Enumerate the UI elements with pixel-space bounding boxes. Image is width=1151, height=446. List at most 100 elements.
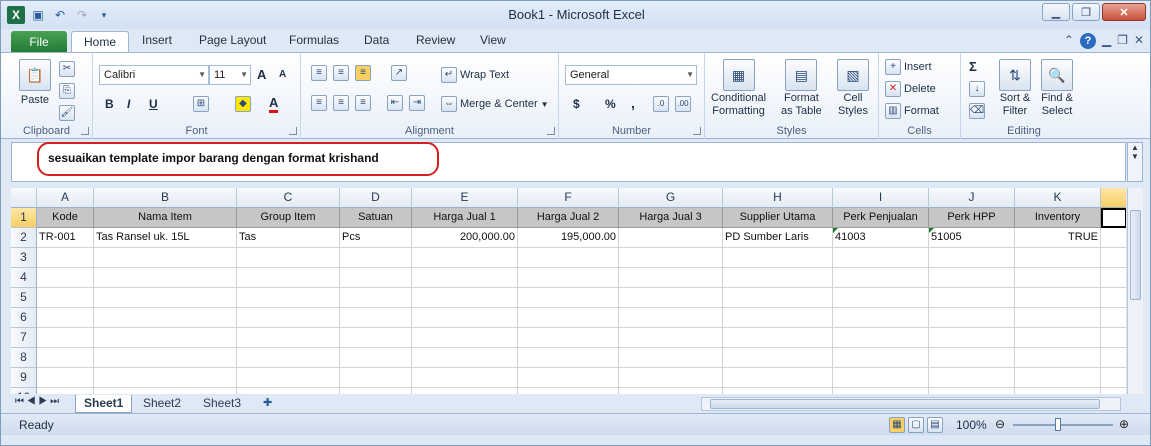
empty-cell[interactable] [412, 388, 518, 394]
doc-minimize-icon[interactable]: ▁ [1102, 33, 1111, 49]
data-cell[interactable]: 41003 [833, 228, 929, 248]
empty-cell[interactable] [94, 328, 237, 348]
horizontal-scroll-thumb[interactable] [710, 399, 1100, 409]
data-cell[interactable]: 51005 [929, 228, 1015, 248]
insert-cells-button[interactable]: + Insert [885, 59, 932, 75]
empty-cell[interactable] [929, 388, 1015, 394]
empty-cell[interactable] [619, 268, 723, 288]
clear-icon[interactable]: ⌫ [969, 103, 985, 119]
sheet-tab-3[interactable]: Sheet3 [195, 395, 249, 413]
tab-data[interactable]: Data [364, 33, 389, 47]
autosum-button[interactable]: Σ [969, 59, 977, 74]
empty-cell[interactable] [723, 308, 833, 328]
empty-cell[interactable] [237, 328, 340, 348]
bold-button[interactable]: B [105, 97, 114, 111]
column-header[interactable]: C [237, 188, 340, 208]
zoom-slider[interactable] [1013, 424, 1113, 426]
formula-bar-expand[interactable]: ▲ ▼ [1127, 142, 1143, 182]
format-cells-button[interactable]: ▥ Format [885, 103, 939, 119]
data-cell[interactable]: TRUE [1015, 228, 1101, 248]
empty-cell[interactable] [929, 308, 1015, 328]
empty-cell[interactable] [1101, 248, 1126, 268]
sheet-nav-icon[interactable]: ⏮ ◀ ▶ ⏭ [15, 396, 59, 407]
header-cell[interactable]: Perk HPP [929, 208, 1015, 228]
data-cell[interactable]: 195,000.00 [518, 228, 619, 248]
decrease-decimal-icon[interactable]: .00 [675, 96, 691, 112]
empty-cell[interactable] [1101, 348, 1126, 368]
increase-decimal-icon[interactable]: .0 [653, 96, 669, 112]
header-cell[interactable]: Inventory [1015, 208, 1101, 228]
select-all-corner[interactable] [11, 188, 37, 208]
insert-sheet-icon[interactable]: ✚ [263, 396, 272, 409]
empty-cell[interactable] [340, 288, 412, 308]
empty-cell[interactable] [412, 348, 518, 368]
font-launcher[interactable] [289, 127, 297, 135]
empty-cell[interactable] [37, 368, 94, 388]
empty-cell[interactable] [619, 308, 723, 328]
tab-page-layout[interactable]: Page Layout [199, 33, 266, 47]
help-icon[interactable]: ? [1079, 33, 1096, 49]
empty-cell[interactable] [723, 388, 833, 394]
fill-icon[interactable]: ↓ [969, 81, 985, 97]
empty-cell[interactable] [619, 328, 723, 348]
column-header[interactable]: G [619, 188, 723, 208]
copy-icon[interactable]: ⎘ [59, 83, 75, 99]
format-as-table-button[interactable]: ▤ Format as Table [781, 59, 822, 117]
empty-cell[interactable] [340, 248, 412, 268]
align-bottom-icon[interactable]: ≡ [355, 65, 371, 81]
orientation-icon[interactable]: ↗ [391, 65, 407, 81]
empty-cell[interactable] [412, 368, 518, 388]
align-top-icon[interactable]: ≡ [311, 65, 327, 81]
font-color-button[interactable]: A [269, 95, 279, 113]
clipboard-launcher[interactable] [81, 127, 89, 135]
number-launcher[interactable] [693, 127, 701, 135]
empty-cell[interactable] [518, 288, 619, 308]
doc-close-icon[interactable]: ✕ [1134, 33, 1144, 49]
horizontal-scrollbar[interactable] [701, 397, 1121, 411]
empty-cell[interactable] [1101, 288, 1126, 308]
decrease-indent-icon[interactable]: ⇤ [387, 95, 403, 111]
empty-cell[interactable] [1015, 348, 1101, 368]
row-header[interactable]: 3 [11, 248, 37, 268]
vertical-scrollbar[interactable] [1127, 188, 1143, 394]
empty-cell[interactable] [518, 388, 619, 394]
worksheet-grid[interactable]: ABCDEFGHIJK 12345678910 KodeNama ItemGroup… [11, 188, 1126, 394]
empty-cell[interactable] [518, 268, 619, 288]
file-tab[interactable]: File [11, 31, 67, 53]
align-center-icon[interactable]: ≡ [333, 95, 349, 111]
header-cell[interactable]: Harga Jual 2 [518, 208, 619, 228]
empty-cell[interactable] [1015, 248, 1101, 268]
empty-cell[interactable] [412, 308, 518, 328]
font-size-combo[interactable]: 11 ▼ [209, 65, 251, 85]
empty-cell[interactable] [37, 288, 94, 308]
column-header[interactable]: B [94, 188, 237, 208]
empty-cell[interactable] [1101, 328, 1126, 348]
wrap-text-button[interactable]: ↵ Wrap Text [441, 67, 509, 83]
empty-cell[interactable] [1015, 368, 1101, 388]
data-cell[interactable]: 200,000.00 [412, 228, 518, 248]
tab-view[interactable]: View [480, 33, 506, 47]
empty-cell[interactable] [412, 268, 518, 288]
empty-cell[interactable] [94, 368, 237, 388]
column-header[interactable]: J [929, 188, 1015, 208]
empty-cell[interactable] [94, 308, 237, 328]
empty-cell[interactable] [833, 268, 929, 288]
empty-cell[interactable] [1015, 388, 1101, 394]
empty-cell[interactable] [619, 248, 723, 268]
column-header[interactable] [1101, 188, 1126, 208]
percent-button[interactable]: % [605, 97, 616, 111]
empty-cell[interactable] [340, 368, 412, 388]
empty-cell[interactable] [237, 348, 340, 368]
empty-cell[interactable] [619, 348, 723, 368]
empty-cell[interactable] [1101, 268, 1126, 288]
minimize-ribbon-icon[interactable]: ⌃ [1064, 33, 1074, 49]
header-cell[interactable]: Harga Jual 3 [619, 208, 723, 228]
empty-cell[interactable] [1101, 228, 1126, 248]
underline-button[interactable]: U [149, 97, 158, 111]
empty-cell[interactable] [37, 348, 94, 368]
comma-button[interactable]: , [631, 95, 635, 111]
data-cell[interactable]: Tas [237, 228, 340, 248]
empty-cell[interactable] [94, 268, 237, 288]
column-header[interactable]: F [518, 188, 619, 208]
column-header[interactable]: A [37, 188, 94, 208]
